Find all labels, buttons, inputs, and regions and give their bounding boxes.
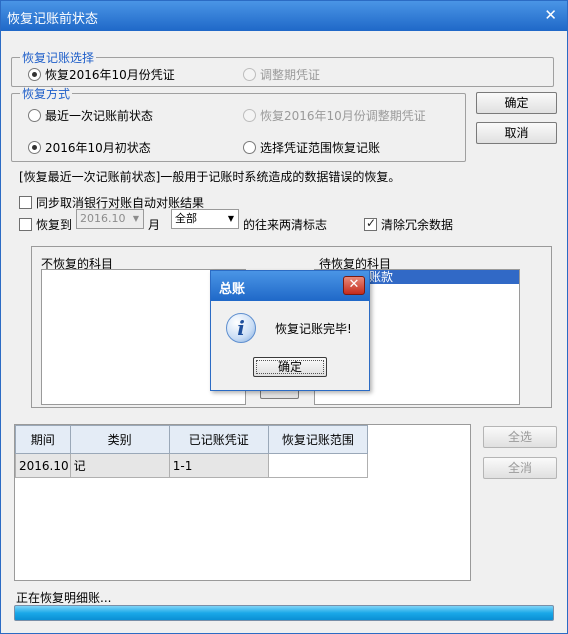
dialog-ok-button[interactable]: 确定: [253, 357, 327, 377]
restore-method-legend: 恢复方式: [22, 87, 71, 101]
period-select[interactable]: 2016.10 ▼: [76, 209, 144, 229]
checkbox-checked-icon: [364, 216, 377, 231]
radio-month-start[interactable]: 2016年10月初状态: [28, 139, 151, 156]
ok-button[interactable]: 确定: [476, 92, 557, 114]
select-all-button[interactable]: 全选: [483, 426, 557, 448]
sync-bank-label: 同步取消银行对账自动对账结果: [36, 196, 205, 210]
radio-icon: [243, 141, 256, 154]
radio-icon: [243, 68, 256, 81]
chevron-down-icon: ▼: [227, 214, 234, 223]
scope-select[interactable]: 全部 ▼: [171, 209, 239, 229]
deselect-all-button[interactable]: 全消: [483, 457, 557, 479]
restore-selection-legend: 恢复记账选择: [22, 51, 95, 65]
table-header[interactable]: 已记账凭证: [168, 425, 269, 454]
status-text: 正在恢复明细账...: [16, 591, 112, 605]
scope-select-value: 全部: [175, 212, 197, 225]
table-cell: 2016.10: [15, 453, 71, 478]
chevron-down-icon: ▼: [132, 214, 139, 223]
restore-window: 恢复记账前状态 ✕ 恢复记账选择 恢复2016年10月份凭证 调整期凭证 恢复方…: [0, 0, 568, 634]
window-title: 恢复记账前状态: [7, 12, 99, 27]
voucher-table: 期间 类别 已记账凭证 恢复记账范围 2016.10 记 1-1: [15, 425, 369, 478]
message-dialog: 总账 ✕ i 恢复记账完毕! 确定: [210, 270, 370, 391]
restore-to-checkbox[interactable]: 恢复到: [19, 216, 72, 233]
radio-selected-icon: [28, 141, 41, 154]
radio-icon: [28, 109, 41, 122]
radio-icon: [243, 109, 256, 122]
table-header[interactable]: 期间: [15, 425, 71, 454]
table-cell: 记: [69, 453, 170, 478]
info-icon: i: [226, 313, 256, 343]
table-cell[interactable]: [267, 453, 369, 478]
table-header[interactable]: 恢复记账范围: [267, 425, 369, 454]
dialog-title-bar: 总账 ✕: [211, 271, 369, 301]
radio-voucher-range[interactable]: 选择凭证范围恢复记账: [243, 139, 380, 156]
period-select-value: 2016.10: [80, 212, 126, 225]
description-text: [恢复最近一次记账前状态]一般用于记账时系统造成的数据错误的恢复。: [19, 170, 401, 184]
radio-adjust-period[interactable]: 调整期凭证: [243, 66, 320, 83]
scope-suffix-label: 的往来两清标志: [243, 218, 328, 232]
restore-to-label: 恢复到: [36, 218, 73, 232]
clear-redundant-label: 清除冗余数据: [381, 218, 454, 232]
close-icon[interactable]: ✕: [544, 6, 557, 24]
dialog-close-icon[interactable]: ✕: [343, 276, 365, 295]
radio-last-posting[interactable]: 最近一次记账前状态: [28, 107, 153, 124]
title-bar: 恢复记账前状态 ✕: [1, 1, 567, 31]
progress-bar: [14, 605, 554, 621]
radio-restore-adjust[interactable]: 恢复2016年10月份调整期凭证: [243, 107, 426, 124]
radio-restore-month[interactable]: 恢复2016年10月份凭证: [28, 66, 175, 83]
clear-redundant-checkbox[interactable]: 清除冗余数据: [364, 216, 453, 233]
month-unit-label: 月: [148, 218, 161, 232]
checkbox-icon: [19, 218, 32, 231]
table-header[interactable]: 类别: [69, 425, 170, 454]
table-cell: 1-1: [168, 453, 269, 478]
table-row[interactable]: 2016.10 记 1-1: [15, 453, 369, 478]
radio-restore-adjust-label: 恢复2016年10月份调整期凭证: [260, 109, 426, 123]
radio-selected-icon: [28, 68, 41, 81]
checkbox-icon: [19, 196, 32, 209]
radio-voucher-range-label: 选择凭证范围恢复记账: [260, 141, 381, 155]
radio-month-start-label: 2016年10月初状态: [45, 141, 151, 155]
radio-adjust-period-label: 调整期凭证: [260, 68, 321, 82]
dialog-message: 恢复记账完毕!: [275, 322, 352, 336]
radio-last-posting-label: 最近一次记账前状态: [45, 109, 154, 123]
dialog-title: 总账: [219, 282, 246, 297]
radio-restore-month-label: 恢复2016年10月份凭证: [45, 68, 175, 82]
cancel-button[interactable]: 取消: [476, 122, 557, 144]
